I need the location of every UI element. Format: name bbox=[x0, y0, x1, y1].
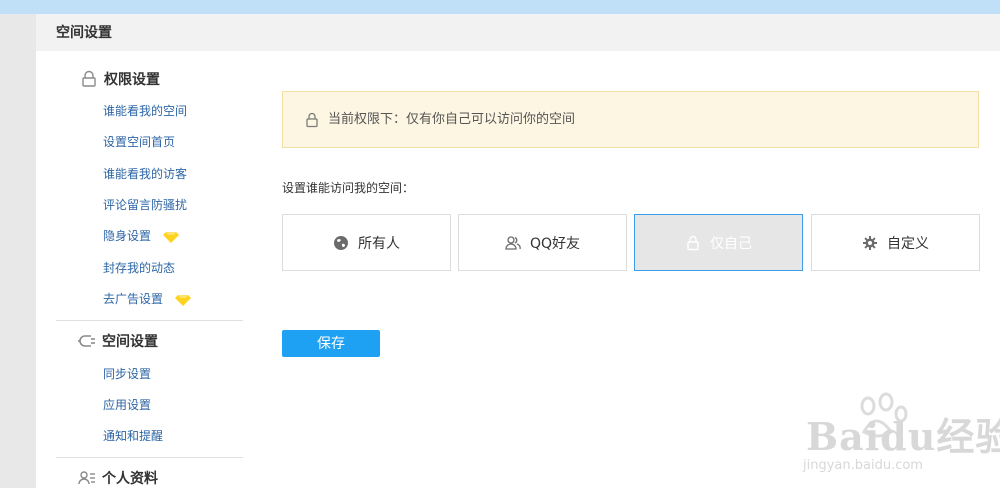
sidebar-item-anti-harassment[interactable]: 评论留言防骚扰 bbox=[103, 197, 187, 213]
friends-icon bbox=[505, 235, 521, 250]
access-prompt: 设置谁能访问我的空间： bbox=[282, 181, 415, 195]
sidebar-item-notifications[interactable]: 通知和提醒 bbox=[103, 428, 163, 444]
sidebar-item-label: 封存我的动态 bbox=[103, 261, 176, 275]
option-label: QQ好友 bbox=[529, 235, 581, 252]
vip-diamond-icon bbox=[162, 231, 179, 243]
profile-card-icon bbox=[78, 471, 95, 485]
sidebar-divider bbox=[56, 457, 243, 458]
option-only-me[interactable]: 仅自己 bbox=[634, 214, 803, 271]
sidebar-divider bbox=[56, 320, 243, 321]
panel-header: 空间设置 bbox=[36, 14, 1000, 51]
lock-icon bbox=[306, 112, 318, 128]
sidebar-section-title: 空间设置 bbox=[102, 334, 158, 350]
sidebar-item-who-can-view[interactable]: 谁能看我的空间 bbox=[103, 103, 187, 119]
sidebar-item-label: 谁能看我的访客 bbox=[103, 167, 188, 181]
settings-panel: 空间设置 权限设置 谁能看我的空间 设置空间首页 谁能看我的访客 评论留言防骚扰… bbox=[36, 14, 1000, 488]
sidebar-item-label: 评论留言防骚扰 bbox=[103, 198, 188, 212]
plug-icon bbox=[78, 335, 95, 347]
globe-icon bbox=[334, 235, 348, 250]
option-everyone[interactable]: 所有人 bbox=[282, 214, 451, 271]
sidebar-item-remove-ads[interactable]: 去广告设置 bbox=[103, 291, 191, 307]
sidebar-item-invisible[interactable]: 隐身设置 bbox=[103, 228, 179, 244]
page-left-margin bbox=[0, 14, 36, 488]
gear-icon bbox=[863, 235, 877, 250]
browser-top-strip bbox=[0, 0, 1000, 14]
sidebar-section-title: 权限设置 bbox=[104, 72, 160, 88]
sidebar-item-label: 同步设置 bbox=[103, 367, 152, 381]
sidebar-item-label: 应用设置 bbox=[103, 398, 152, 412]
option-qq-friends[interactable]: QQ好友 bbox=[458, 214, 627, 271]
sidebar-item-archive-feed[interactable]: 封存我的动态 bbox=[103, 260, 175, 276]
sidebar-item-visitors[interactable]: 谁能看我的访客 bbox=[103, 166, 187, 182]
lock-icon bbox=[82, 70, 96, 87]
sidebar-item-label: 谁能看我的空间 bbox=[103, 104, 188, 118]
lock-icon bbox=[687, 235, 699, 250]
sidebar-section-space: 空间设置 bbox=[78, 332, 248, 352]
watermark-brand: Baidu经验 bbox=[806, 414, 1000, 459]
watermark-url: jingyan.baidu.com bbox=[803, 458, 923, 473]
sidebar-item-label: 通知和提醒 bbox=[103, 429, 164, 443]
baidu-watermark: Baidu经验 jingyan.baidu.com bbox=[796, 392, 1000, 482]
notice-text: 当前权限下：仅有你自己可以访问你的空间 bbox=[328, 112, 576, 127]
sidebar-item-apps[interactable]: 应用设置 bbox=[103, 397, 151, 413]
sidebar-section-profile[interactable]: 个人资料 bbox=[78, 469, 248, 488]
sidebar-section-title: 个人资料 bbox=[102, 471, 158, 487]
option-custom[interactable]: 自定义 bbox=[811, 214, 980, 271]
option-label: 所有人 bbox=[358, 235, 400, 252]
save-button[interactable]: 保存 bbox=[282, 330, 380, 357]
sidebar-item-homepage[interactable]: 设置空间首页 bbox=[103, 134, 175, 150]
permission-notice: 当前权限下：仅有你自己可以访问你的空间 bbox=[282, 91, 979, 148]
sidebar-item-label: 设置空间首页 bbox=[103, 135, 176, 149]
sidebar-item-sync[interactable]: 同步设置 bbox=[103, 366, 151, 382]
option-label: 仅自己 bbox=[710, 235, 752, 252]
sidebar-item-label: 隐身设置 bbox=[103, 229, 152, 243]
page-title: 空间设置 bbox=[56, 25, 112, 41]
option-label: 自定义 bbox=[887, 235, 929, 252]
sidebar-section-permissions: 权限设置 bbox=[80, 70, 250, 90]
sidebar-item-label: 去广告设置 bbox=[103, 292, 164, 306]
vip-diamond-icon bbox=[174, 294, 191, 306]
